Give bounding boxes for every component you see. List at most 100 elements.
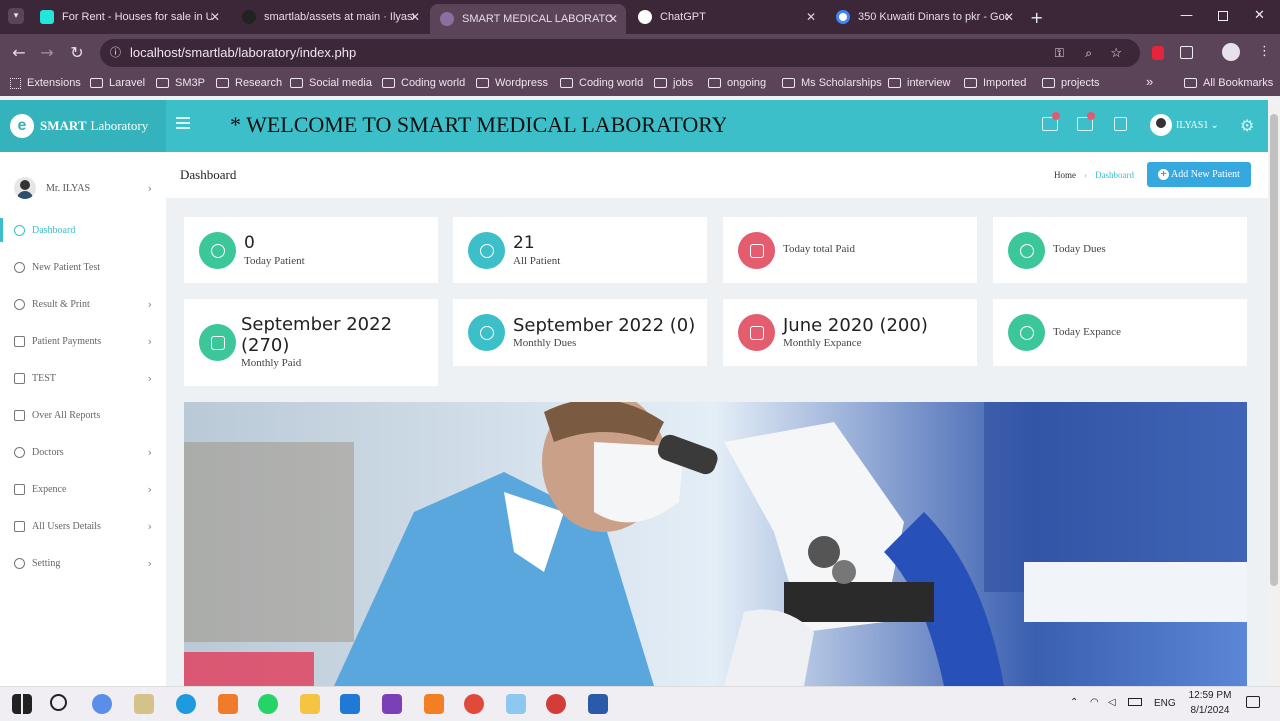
chrome-profile-icon[interactable] [546, 694, 566, 714]
bookmark-label: jobs [673, 77, 694, 89]
minimize-button[interactable]: — [1180, 8, 1193, 23]
windows-start-icon[interactable] [12, 694, 32, 714]
sidebar-item-expence[interactable]: Expence › [0, 477, 166, 501]
bookmark-wordpress[interactable]: Wordpress [476, 77, 548, 89]
forward-icon[interactable]: → [36, 42, 58, 64]
bookmark-imported[interactable]: Imported [964, 77, 1026, 89]
close-icon[interactable]: ✕ [210, 10, 220, 24]
profile-name: Mr. ILYAS [46, 182, 91, 194]
page-header: Dashboard Home › Dashboard + Add New Patie… [166, 152, 1268, 198]
chrome-icon[interactable] [464, 694, 484, 714]
edge-browser-icon[interactable] [176, 694, 196, 714]
browser-tab-chatgpt[interactable]: ChatGPT ✕ [628, 4, 824, 30]
settings-gear-icon[interactable]: ⚙ [1240, 116, 1254, 135]
powershell-icon[interactable] [588, 694, 608, 714]
card-all-patient[interactable]: 21 All Patient [453, 217, 707, 283]
bookmarks-overflow-button[interactable]: » [1146, 74, 1153, 89]
close-icon[interactable]: ✕ [1004, 10, 1014, 24]
browser-menu-icon[interactable]: ⋮ [1258, 44, 1271, 59]
close-window-button[interactable]: ✕ [1254, 8, 1265, 23]
sidebar-item-dashboard[interactable]: Dashboard [0, 218, 166, 242]
scrollbar-thumb[interactable] [1270, 114, 1278, 586]
phpstorm-icon[interactable] [382, 694, 402, 714]
bookmark-jobs[interactable]: jobs [654, 77, 693, 89]
extension-icon[interactable] [1152, 46, 1164, 60]
new-tab-button[interactable]: + [1030, 8, 1043, 27]
file-explorer-icon[interactable] [300, 694, 320, 714]
clock-date[interactable]: 8/1/2024 [1188, 705, 1232, 716]
card-today-expance[interactable]: Today Expance [993, 299, 1247, 366]
sidebar-item-test[interactable]: TEST › [0, 366, 166, 390]
sublime-text-icon[interactable] [424, 694, 444, 714]
browser-tab-google[interactable]: 350 Kuwaiti Dinars to pkr - Goo ✕ [826, 4, 1022, 30]
bookmark-ongoing[interactable]: ongoing [708, 77, 766, 89]
whatsapp-icon[interactable] [258, 694, 278, 714]
card-today-total-paid[interactable]: Today total Paid [723, 217, 977, 283]
url-input[interactable]: ⓘ localhost/smartlab/laboratory/index.ph… [100, 39, 1140, 67]
site-info-icon[interactable]: ⓘ [110, 39, 121, 67]
paint-app-icon[interactable] [134, 694, 154, 714]
sidebar-item-label: Dashboard [32, 224, 76, 236]
bookmark-sm3p[interactable]: SM3P [156, 77, 205, 89]
sidebar-profile[interactable]: Mr. ILYAS › [0, 168, 166, 208]
card-monthly-paid[interactable]: September 2022 (270) Monthly Paid [184, 299, 438, 386]
battery-icon[interactable] [1128, 698, 1142, 706]
card-label: Monthly Paid [241, 357, 302, 369]
bookmark-star-icon[interactable]: ☆ [1110, 39, 1122, 67]
bookmark-social-media[interactable]: Social media [290, 77, 372, 89]
card-today-dues[interactable]: Today Dues [993, 217, 1247, 283]
xampp-icon[interactable] [218, 694, 238, 714]
card-monthly-dues[interactable]: September 2022 (0) Monthly Dues [453, 299, 707, 366]
browser-tab-github[interactable]: smartlab/assets at main · Ilyas0 ✕ [232, 4, 428, 30]
gear-icon [1008, 232, 1045, 269]
bookmark-coding-world-2[interactable]: Coding world [560, 77, 643, 89]
card-today-patient[interactable]: 0 Today Patient [184, 217, 438, 283]
sidebar-item-patient-payments[interactable]: Patient Payments › [0, 329, 166, 353]
bookmark-laravel[interactable]: Laravel [90, 77, 145, 89]
maximize-button[interactable] [1218, 11, 1228, 21]
bookmark-research[interactable]: Research [216, 77, 282, 89]
sidebar-item-result-print[interactable]: Result & Print › [0, 292, 166, 316]
fullscreen-icon[interactable] [1114, 117, 1127, 131]
sidebar-item-doctors[interactable]: Doctors › [0, 440, 166, 464]
reload-icon[interactable]: ↻ [66, 42, 88, 64]
generic-app-icon[interactable] [506, 694, 526, 714]
all-bookmarks-button[interactable]: All Bookmarks [1184, 77, 1273, 89]
browser-tab-rent[interactable]: For Rent - Houses for sale in Un ✕ [30, 4, 228, 30]
close-icon[interactable]: ✕ [608, 12, 618, 26]
search-icon[interactable] [50, 694, 67, 711]
volume-icon[interactable]: ◁ [1108, 697, 1116, 708]
language-indicator[interactable]: ENG [1154, 698, 1176, 709]
photos-app-icon[interactable] [92, 694, 112, 714]
password-key-icon[interactable]: ⚿ [1055, 39, 1064, 67]
close-icon[interactable]: ✕ [806, 10, 816, 24]
sidebar-item-all-users-details[interactable]: All Users Details › [0, 514, 166, 538]
sidebar-item-new-patient-test[interactable]: New Patient Test [0, 255, 166, 279]
sidebar-item-over-all-reports[interactable]: Over All Reports [0, 403, 166, 427]
bookmark-coding-world[interactable]: Coding world [382, 77, 465, 89]
extensions-puzzle-icon[interactable] [1180, 46, 1193, 59]
bookmark-projects[interactable]: projects [1042, 77, 1100, 89]
tab-search-dropdown[interactable]: ▾ [8, 8, 24, 24]
bookmark-ms-scholarships[interactable]: Ms Scholarships [782, 77, 882, 89]
profile-avatar[interactable] [1222, 43, 1240, 61]
add-new-patient-button[interactable]: + Add New Patient [1147, 162, 1251, 187]
breadcrumb-home[interactable]: Home [1054, 170, 1076, 180]
zoom-search-icon[interactable]: ⌕ [1085, 39, 1092, 67]
bookmark-extensions[interactable]: Extensions [10, 77, 81, 89]
vscode-icon[interactable] [340, 694, 360, 714]
close-icon[interactable]: ✕ [410, 10, 420, 24]
sidebar-item-setting[interactable]: Setting › [0, 551, 166, 575]
user-menu[interactable]: ILYAS1 ⌄ [1150, 114, 1219, 136]
back-icon[interactable]: ← [8, 42, 30, 64]
browser-tab-smartlab[interactable]: SMART MEDICAL LABORATORY ✕ [430, 4, 626, 34]
wifi-icon[interactable]: ◠ [1090, 697, 1099, 708]
clock-time[interactable]: 12:59 PM [1188, 690, 1232, 701]
notifications-icon[interactable] [1246, 696, 1260, 708]
hamburger-menu-icon[interactable] [176, 117, 190, 129]
tray-overflow-icon[interactable]: ⌃ [1070, 697, 1078, 708]
card-monthly-expance[interactable]: June 2020 (200) Monthly Expance [723, 299, 977, 366]
bookmark-interview[interactable]: interview [888, 77, 950, 89]
page-scrollbar[interactable] [1268, 100, 1280, 686]
app-logo[interactable]: e SMART Laboratory [0, 100, 166, 152]
